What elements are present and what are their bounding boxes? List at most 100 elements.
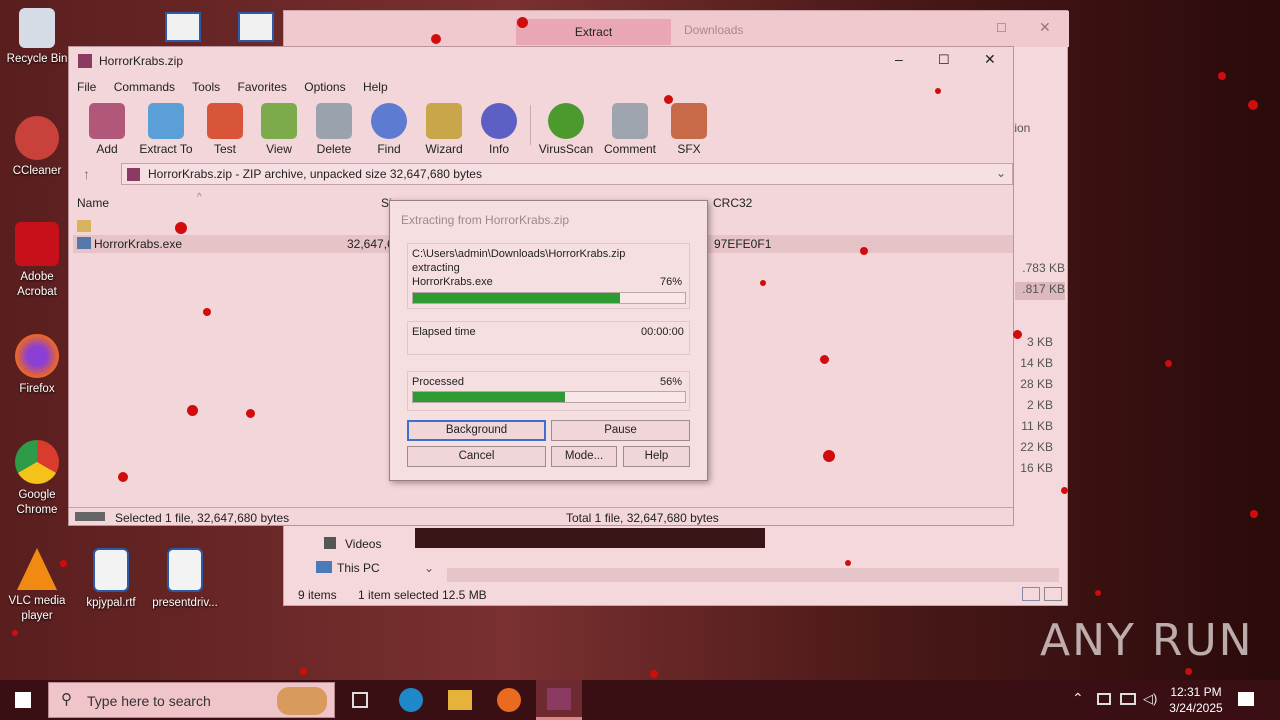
volume-icon[interactable]: ◁) [1143, 691, 1157, 707]
videos-icon [324, 537, 336, 549]
toolbar-separator [530, 105, 531, 145]
large-icons-view-icon[interactable] [1044, 587, 1062, 601]
blood-spot [118, 472, 128, 482]
toolbar-extract-to[interactable]: Extract To [135, 103, 197, 156]
restore-icon[interactable]: ☐ [996, 21, 1007, 35]
word-doc-icon[interactable] [238, 12, 274, 42]
column-crc32[interactable]: CRC32 [713, 196, 752, 210]
close-icon[interactable]: ✕ [1039, 19, 1051, 36]
help-button[interactable]: Help [623, 446, 690, 467]
edge-icon[interactable] [399, 688, 423, 712]
tab-extract[interactable]: Extract [516, 19, 671, 45]
toolbar-label: Delete [316, 142, 352, 156]
menu-favorites[interactable]: Favorites [238, 80, 287, 94]
menu-commands[interactable]: Commands [114, 80, 175, 94]
archive-icon [127, 168, 140, 181]
chevron-up-icon[interactable]: ⌃ [1072, 690, 1084, 707]
toolbar-virusscan[interactable]: VirusScan [535, 103, 597, 156]
desktop-icon-rtf[interactable]: kpjypal.rtf [76, 548, 146, 611]
toolbar-wizard[interactable]: Wizard [413, 103, 475, 156]
desktop-icon-ccleaner[interactable]: CCleaner [2, 116, 72, 179]
desktop-icon-adobe-acrobat[interactable]: Adobe Acrobat [2, 222, 72, 300]
windows-start-icon[interactable] [15, 692, 31, 708]
clock-date: 3/24/2025 [1169, 701, 1223, 715]
file-name: HorrorKrabs.exe [94, 237, 183, 251]
toolbar-find[interactable]: Find [358, 103, 420, 156]
menu-help[interactable]: Help [363, 80, 388, 94]
blood-spot [187, 405, 198, 416]
cancel-button[interactable]: Cancel [407, 446, 546, 467]
status-right: Total 1 file, 32,647,680 bytes [566, 511, 719, 525]
toolbar-comment[interactable]: Comment [599, 103, 661, 156]
menu-tools[interactable]: Tools [192, 80, 220, 94]
size-cell: 22 KB [1020, 440, 1053, 454]
processed-percent: 56% [660, 376, 683, 388]
column-name[interactable]: Name [77, 196, 109, 210]
toolbar-label: SFX [677, 142, 701, 156]
toolbar-test[interactable]: Test [194, 103, 256, 156]
word-doc-icon[interactable] [165, 12, 201, 42]
blood-spot [1185, 668, 1192, 675]
toolbar-add[interactable]: Add [76, 103, 138, 156]
chevron-down-icon[interactable]: ⌄ [996, 166, 1006, 180]
blood-spot [1250, 510, 1258, 518]
window-title: HorrorKrabs.zip [99, 54, 184, 68]
view-book-icon [261, 103, 297, 139]
action-text: extracting [412, 262, 460, 274]
maximize-icon[interactable]: ☐ [938, 52, 950, 68]
file-progress-fill [413, 293, 620, 303]
acrobat-icon [15, 222, 59, 266]
toolbar-sfx[interactable]: SFX [658, 103, 720, 156]
toolbar-delete[interactable]: Delete [303, 103, 365, 156]
horizontal-scrollbar[interactable] [447, 568, 1059, 582]
chrome-icon [15, 440, 59, 484]
toolbar-view[interactable]: View [248, 103, 310, 156]
up-arrow-icon[interactable]: ↑ [83, 166, 90, 182]
sort-arrow-icon: ^ [197, 192, 202, 203]
winrar-taskbar-button[interactable] [536, 680, 582, 720]
processed-panel: Processed 56% [407, 371, 690, 411]
winrar-titlebar: HorrorKrabs.zip – ☐ ✕ [69, 47, 1013, 75]
network-icon[interactable] [1097, 693, 1111, 705]
parent-folder-icon[interactable] [77, 220, 91, 232]
virusscan-bug-icon [548, 103, 584, 139]
tab-downloads[interactable]: Downloads [684, 23, 743, 37]
search-placeholder: Type here to search [87, 693, 211, 709]
explorer-titlebar [284, 11, 1069, 47]
clock[interactable]: 12:31 PM 3/24/2025 [1168, 684, 1224, 716]
desktop-icon-chrome[interactable]: Google Chrome [2, 440, 72, 518]
nav-this-pc[interactable]: This PC [337, 561, 380, 575]
toolbar-label: Wizard [425, 142, 463, 156]
menu-options[interactable]: Options [304, 80, 345, 94]
desktop-icon-recycle-bin[interactable]: Recycle Bin [2, 8, 72, 67]
nav-videos[interactable]: Videos [345, 537, 381, 551]
firefox-icon[interactable] [497, 688, 521, 712]
path-bar[interactable]: HorrorKrabs.zip - ZIP archive, unpacked … [121, 163, 1013, 185]
notifications-icon[interactable] [1238, 692, 1254, 706]
desktop-icon-presentdriv[interactable]: presentdriv... [150, 548, 220, 611]
chevron-down-icon[interactable]: ⌄ [424, 561, 434, 575]
menu-file[interactable]: File [77, 80, 96, 94]
desktop-icon-firefox[interactable]: Firefox [2, 334, 72, 397]
toolbar-label: Find [377, 142, 401, 156]
task-view-icon[interactable] [352, 692, 368, 708]
desktop-icon-label: VLC media player [8, 595, 66, 622]
toolbar-label: VirusScan [538, 142, 594, 156]
display-icon[interactable] [1120, 693, 1136, 705]
file-explorer-icon[interactable] [448, 690, 472, 710]
pause-button[interactable]: Pause [551, 420, 690, 441]
minimize-icon[interactable]: – [895, 51, 903, 67]
elapsed-label: Elapsed time [412, 326, 476, 338]
blood-spot [1248, 100, 1258, 110]
background-button[interactable]: Background [407, 420, 546, 441]
close-icon[interactable]: ✕ [984, 51, 996, 68]
dialog-title: Extracting from HorrorKrabs.zip [401, 213, 570, 227]
search-box[interactable]: ⚲ Type here to search [48, 682, 335, 718]
toolbar-info[interactable]: Info [468, 103, 530, 156]
mode-button[interactable]: Mode... [551, 446, 617, 467]
blood-spot [246, 409, 255, 418]
sfx-box-icon [671, 103, 707, 139]
size-cell: 14 KB [1020, 356, 1053, 370]
processed-progress-bar [412, 391, 686, 403]
details-view-icon[interactable] [1022, 587, 1040, 601]
